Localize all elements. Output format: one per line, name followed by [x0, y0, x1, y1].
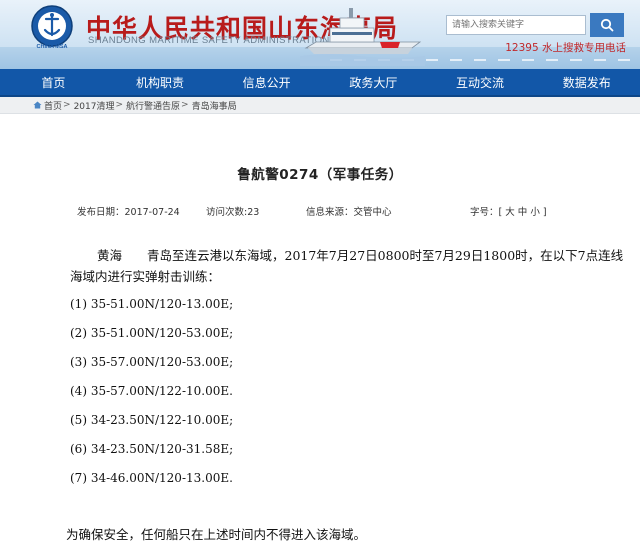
safety-warning: 为确保安全，任何船只在上述时间内不得进入该海域。: [66, 527, 367, 542]
breadcrumb-qingdao-msa[interactable]: 青岛海事局: [192, 99, 237, 112]
font-size-label: 字号：[: [470, 207, 503, 218]
breadcrumb-home[interactable]: 首页: [44, 99, 62, 112]
breadcrumb-separator: >: [63, 100, 71, 110]
breadcrumb-separator: >: [115, 100, 124, 110]
font-size-medium[interactable]: 中: [518, 207, 528, 218]
coordinate-item: (5) 34-23.50N/122-10.00E;: [70, 413, 234, 427]
breadcrumb-separator: >: [181, 100, 189, 110]
nav-item-home[interactable]: 首页: [0, 69, 107, 95]
breadcrumb: 首页 > 2017清理 > 航行警通告原 > 青岛海事局: [0, 97, 640, 114]
search-input[interactable]: [446, 15, 586, 35]
font-size-close: ]: [542, 207, 547, 218]
nav-item-organization[interactable]: 机构职责: [107, 69, 214, 95]
nav-item-interaction[interactable]: 互动交流: [427, 69, 534, 95]
coordinate-item: (6) 34-23.50N/120-31.58E;: [70, 442, 234, 456]
hotline-text: 12395 水上搜救专用电话: [505, 42, 626, 54]
home-icon: [33, 101, 42, 109]
patrol-ship-image: [300, 8, 425, 66]
breadcrumb-navigation-warnings[interactable]: 航行警通告原: [126, 99, 180, 112]
nav-item-data[interactable]: 数据发布: [533, 69, 640, 95]
main-nav: 首页 机构职责 信息公开 政务大厅 互动交流 数据发布: [0, 69, 640, 97]
coordinate-item: (7) 34-46.00N/120-13.00E.: [70, 471, 233, 485]
info-source: 信息来源：交管中心: [306, 207, 392, 218]
coordinate-item: (2) 35-51.00N/120-53.00E;: [70, 326, 234, 340]
breadcrumb-2017-cleanup[interactable]: 2017清理: [74, 99, 115, 112]
article-title: 鲁航警0274（军事任务）: [237, 167, 403, 183]
nav-item-disclosure[interactable]: 信息公开: [213, 69, 320, 95]
header-banner: CHINA MSA 中华人民共和国山东海事局 SHANDONG MARITIME…: [0, 0, 640, 69]
publish-date: 发布日期：2017-07-24: [77, 207, 180, 218]
china-msa-logo: CHINA MSA: [31, 5, 73, 50]
font-size-control: 字号：[ 大 中 小 ]: [470, 204, 547, 218]
site-subtitle: SHANDONG MARITIME SAFETY ADMINISTRATION: [88, 35, 330, 46]
coordinate-item: (4) 35-57.00N/122-10.00E.: [70, 384, 233, 398]
search-icon: [600, 18, 614, 32]
font-size-small[interactable]: 小: [530, 207, 540, 218]
logo-text: CHINA MSA: [37, 44, 68, 50]
font-size-large[interactable]: 大: [505, 207, 515, 218]
visit-count: 访问次数:23: [206, 207, 260, 218]
nav-item-services[interactable]: 政务大厅: [320, 69, 427, 95]
coordinate-item: (1) 35-51.00N/120-13.00E;: [70, 297, 234, 311]
coordinate-item: (3) 35-57.00N/120-53.00E;: [70, 355, 234, 369]
search-button[interactable]: [590, 13, 624, 37]
article-paragraph: 黄海 青岛至连云港以东海域，2017年7月27日0800时至7月29日1800时…: [70, 248, 624, 284]
